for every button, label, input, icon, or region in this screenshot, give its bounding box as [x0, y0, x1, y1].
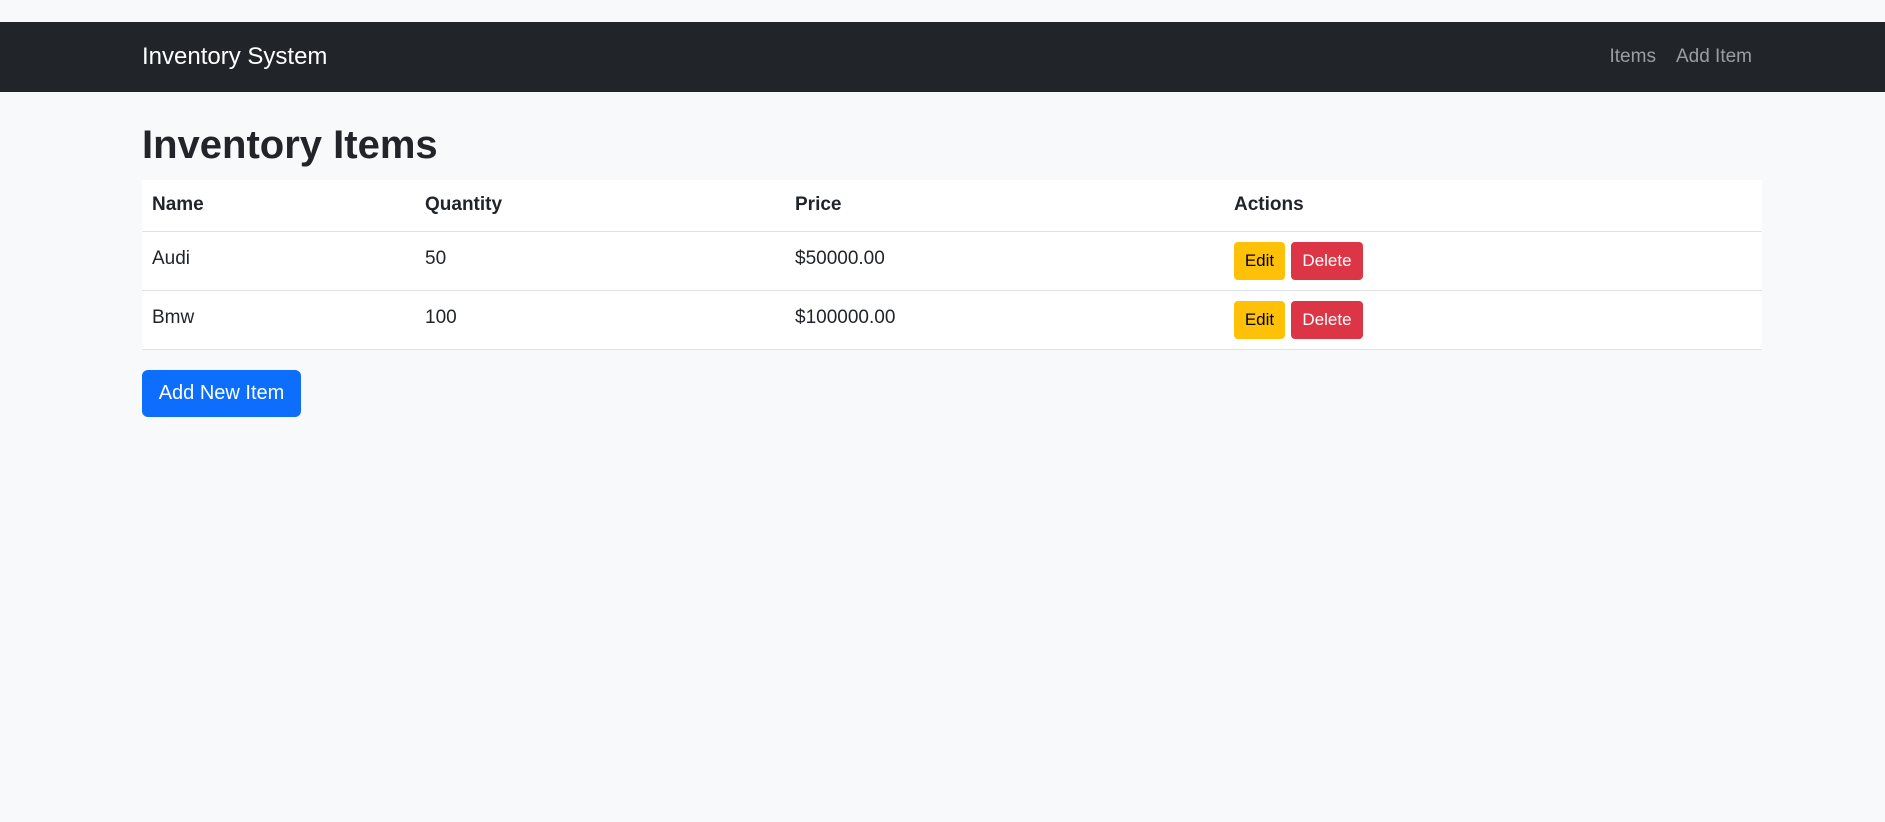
- column-header-quantity: Quantity: [415, 180, 785, 232]
- navbar: Inventory System Items Add Item: [0, 22, 1885, 92]
- main-content: Inventory Items Name Quantity Price Acti…: [142, 92, 1762, 417]
- item-actions-cell: Edit Delete: [1224, 290, 1762, 350]
- edit-button[interactable]: Edit: [1234, 241, 1285, 280]
- add-new-item-button[interactable]: Add New Item: [142, 369, 301, 417]
- nav-link-add-item[interactable]: Add Item: [1676, 46, 1752, 68]
- inventory-table: Name Quantity Price Actions Audi 50 $500…: [142, 180, 1762, 350]
- table-row: Bmw 100 $100000.00 Edit Delete: [142, 290, 1762, 350]
- item-name-cell: Bmw: [142, 290, 415, 350]
- navbar-brand[interactable]: Inventory System: [142, 22, 327, 92]
- delete-button[interactable]: Delete: [1291, 300, 1363, 339]
- item-name-cell: Audi: [142, 231, 415, 291]
- item-actions-cell: Edit Delete: [1224, 231, 1762, 291]
- table-header-row: Name Quantity Price Actions: [142, 180, 1762, 232]
- table-row: Audi 50 $50000.00 Edit Delete: [142, 231, 1762, 291]
- navbar-links: Items Add Item: [1610, 22, 1753, 92]
- item-price-cell: $100000.00: [785, 290, 1224, 350]
- column-header-price: Price: [785, 180, 1224, 232]
- edit-button[interactable]: Edit: [1234, 300, 1285, 339]
- item-quantity-cell: 50: [415, 231, 785, 291]
- page-title: Inventory Items: [142, 123, 438, 167]
- item-quantity-cell: 100: [415, 290, 785, 350]
- top-strip: [0, 0, 1885, 22]
- item-price-cell: $50000.00: [785, 231, 1224, 291]
- delete-button[interactable]: Delete: [1291, 241, 1363, 280]
- nav-link-items[interactable]: Items: [1610, 46, 1656, 68]
- column-header-name: Name: [142, 180, 415, 232]
- column-header-actions: Actions: [1224, 180, 1762, 232]
